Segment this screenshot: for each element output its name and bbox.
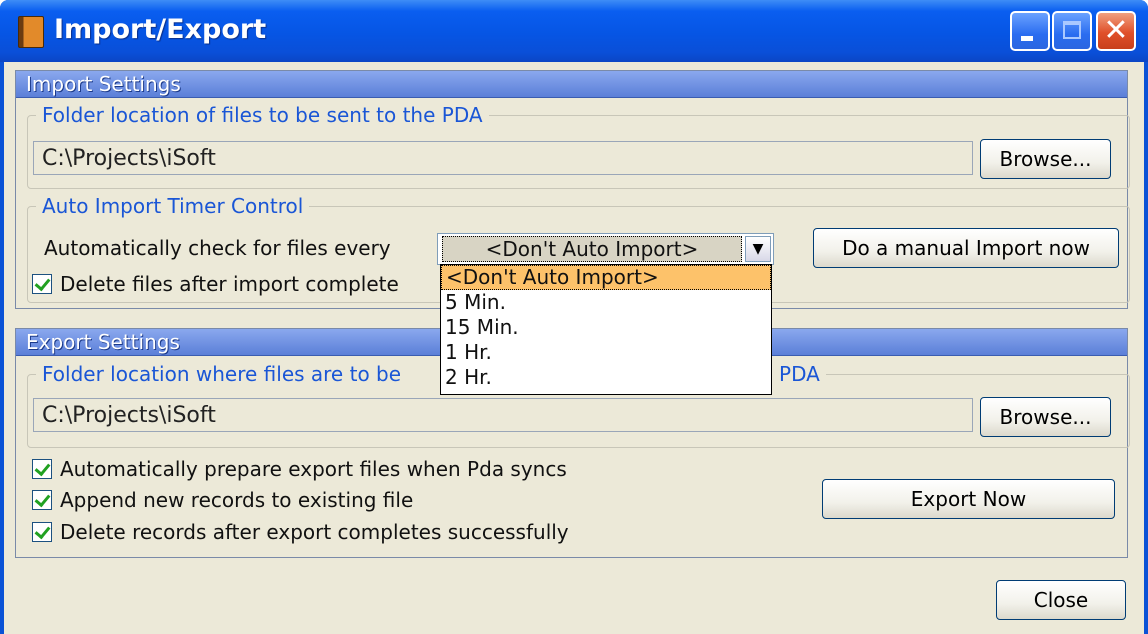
title-bar[interactable]: Import/Export ✕ [0,0,1148,62]
checkmark-icon [34,490,51,508]
delete-files-option[interactable]: Delete files after import complete [32,272,399,296]
close-icon: ✕ [1103,13,1129,48]
auto-prepare-export-option[interactable]: Automatically prepare export files when … [32,457,567,481]
window-title: Import/Export [54,14,267,45]
delete-records-label: Delete records after export completes su… [60,520,569,544]
append-records-checkbox[interactable] [32,490,52,510]
dropdown-option[interactable]: 2 Hr. [441,365,771,390]
interval-selected-value: <Don't Auto Import> [442,236,742,262]
export-now-button[interactable]: Export Now [822,479,1115,519]
auto-prepare-export-checkbox[interactable] [32,459,52,479]
export-folder-legend-left: Folder location where files are to be [42,362,402,386]
manual-import-button[interactable]: Do a manual Import now [813,228,1119,268]
import-folder-legend: Folder location of files to be sent to t… [42,103,483,127]
app-icon [18,16,44,48]
dropdown-option[interactable]: 5 Min. [441,290,771,315]
delete-records-option[interactable]: Delete records after export completes su… [32,520,569,544]
close-button[interactable]: Close [996,580,1126,620]
dropdown-option[interactable]: 15 Min. [441,315,771,340]
auto-prepare-export-label: Automatically prepare export files when … [60,457,567,481]
minimize-button[interactable] [1010,11,1050,51]
checkmark-icon [34,522,51,540]
checkmark-icon [34,274,51,292]
export-folder-legend-right: PDA [779,362,820,386]
delete-files-checkbox[interactable] [32,274,52,294]
interval-dropdown-list: <Don't Auto Import> 5 Min. 15 Min. 1 Hr.… [440,264,772,395]
check-interval-label: Automatically check for files every [44,236,391,260]
minimize-icon [1021,36,1033,41]
auto-import-timer-legend: Auto Import Timer Control [42,194,304,218]
maximize-button[interactable] [1052,11,1092,51]
close-window-button[interactable]: ✕ [1096,11,1136,51]
append-records-option[interactable]: Append new records to existing file [32,488,413,512]
dropdown-option[interactable]: 1 Hr. [441,340,771,365]
import-settings-header: Import Settings [16,71,1127,98]
dropdown-option[interactable]: <Don't Auto Import> [441,265,771,290]
append-records-label: Append new records to existing file [60,488,414,512]
import-browse-button[interactable]: Browse... [980,139,1111,179]
delete-records-checkbox[interactable] [32,522,52,542]
export-folder-path-field[interactable]: C:\Projects\iSoft [33,398,973,432]
checkmark-icon [34,459,51,477]
interval-select[interactable]: <Don't Auto Import> ▼ [437,233,774,265]
import-export-window: Import/Export ✕ Import Settings Folder l… [0,0,1148,634]
delete-files-label: Delete files after import complete [60,272,399,296]
export-browse-button[interactable]: Browse... [980,397,1111,437]
import-folder-path-field[interactable]: C:\Projects\iSoft [33,141,973,175]
maximize-icon [1063,21,1081,39]
chevron-down-icon[interactable]: ▼ [745,236,771,262]
